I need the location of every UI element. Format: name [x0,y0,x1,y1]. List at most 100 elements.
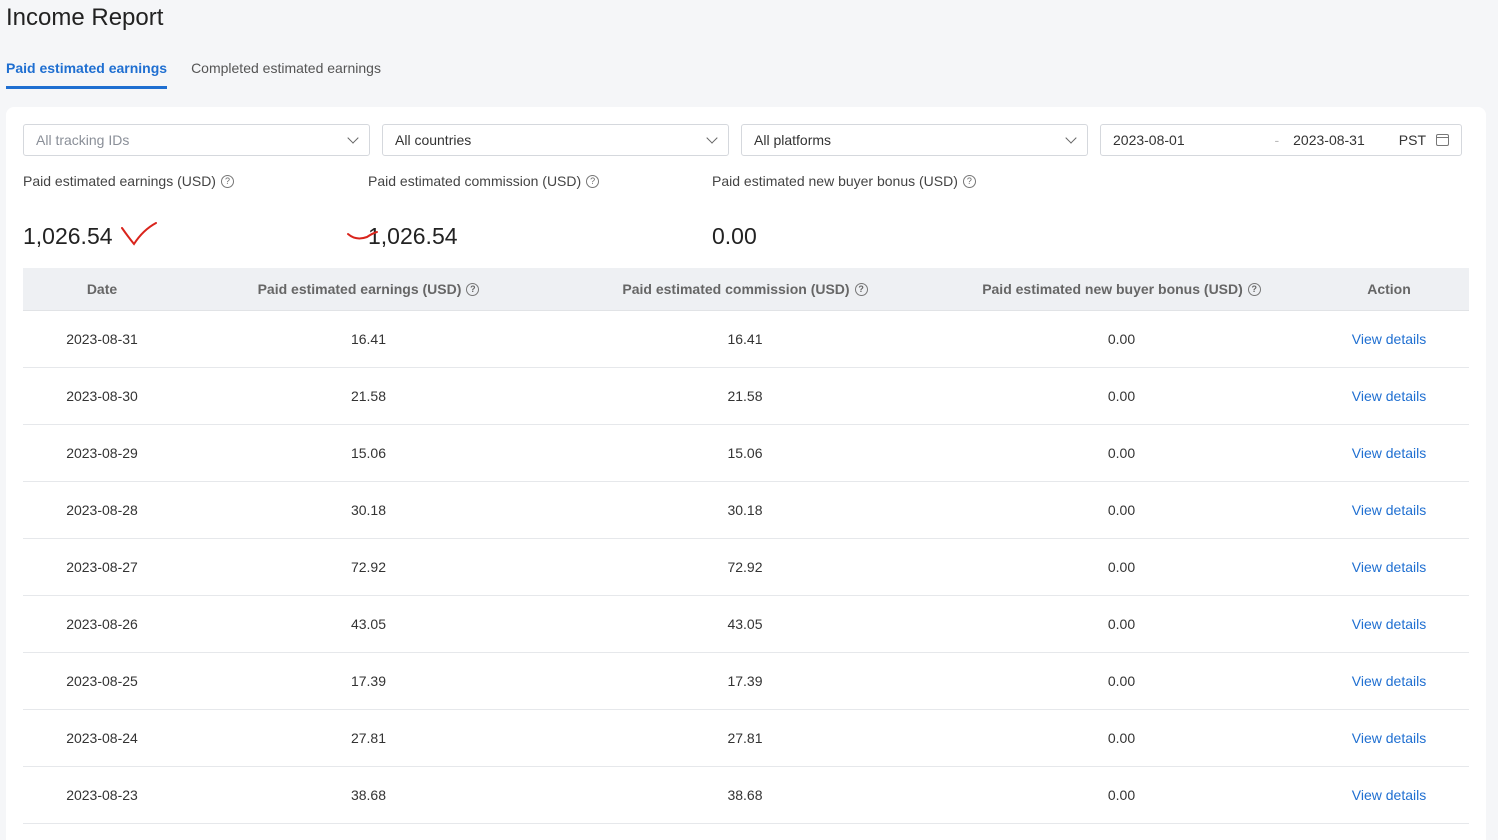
column-header-label: Paid estimated new buyer bonus (USD) [982,281,1243,297]
view-details-link[interactable]: View details [1352,331,1426,347]
cell-earnings: 72.92 [350,559,387,575]
cell-bonus: 0.00 [1107,559,1136,575]
table-row: 2023-08-26 43.05 43.05 0.00 View details [23,596,1469,653]
table-row: 2023-08-23 38.68 38.68 0.00 View details [23,767,1469,824]
cell-commission: 21.58 [727,388,763,404]
column-header-date[interactable]: Date [23,281,181,297]
report-tabs: Paid estimated earnings Completed estima… [6,60,381,89]
date-start-input[interactable]: 2023-08-01 [1113,132,1185,148]
cell-commission: 30.18 [727,502,763,518]
view-details-link[interactable]: View details [1352,616,1426,632]
cell-bonus: 0.00 [1107,502,1136,518]
platform-select[interactable]: All platforms [741,124,1088,156]
column-header-bonus[interactable]: Paid estimated new buyer bonus (USD)? [934,281,1309,297]
tracking-id-select-value: All tracking IDs [36,132,130,148]
cell-commission: 43.05 [727,616,763,632]
column-header-earnings[interactable]: Paid estimated earnings (USD)? [181,281,556,297]
date-separator: - [1274,132,1280,148]
timezone-label: PST [1398,132,1426,148]
cell-commission: 72.92 [727,559,763,575]
table-row: 2023-08-31 16.41 16.41 0.00 View details [23,311,1469,368]
cell-earnings: 43.05 [350,616,387,632]
cell-bonus: 0.00 [1107,331,1136,347]
help-icon[interactable]: ? [466,282,480,296]
cell-date: 2023-08-31 [66,331,138,347]
cell-date: 2023-08-26 [66,616,138,632]
summary-commission-label: Paid estimated commission (USD) [368,173,582,189]
report-card: All tracking IDs All countries All platf… [6,107,1486,840]
cell-date: 2023-08-23 [66,787,138,803]
calendar-icon[interactable] [1436,134,1449,146]
cell-earnings: 16.41 [350,331,387,347]
summary-commission-label-row: Paid estimated commission (USD) ? [368,173,708,189]
column-header-label: Paid estimated commission (USD) [622,281,850,297]
cell-earnings: 38.68 [350,787,387,803]
filter-bar: All tracking IDs All countries All platf… [23,124,1462,156]
country-select[interactable]: All countries [382,124,729,156]
summary-earnings-value: 1,026.54 [23,223,113,249]
table-row: 2023-08-25 17.39 17.39 0.00 View details [23,653,1469,710]
column-header-action: Action [1309,281,1469,297]
table-header: Date Paid estimated earnings (USD)? Paid… [23,268,1469,311]
cell-commission: 27.81 [727,730,763,746]
underline-annotation-icon [347,231,378,240]
chevron-down-icon [706,132,718,144]
summary-bonus-value: 0.00 [712,223,757,249]
view-details-link[interactable]: View details [1352,787,1426,803]
column-header-commission[interactable]: Paid estimated commission (USD)? [556,281,934,297]
cell-earnings: 27.81 [350,730,387,746]
summary-earnings-label: Paid estimated earnings (USD) [23,173,216,189]
help-icon[interactable]: ? [586,174,600,188]
country-select-value: All countries [395,132,472,148]
view-details-link[interactable]: View details [1352,730,1426,746]
cell-date: 2023-08-29 [66,445,138,461]
tracking-id-select[interactable]: All tracking IDs [23,124,370,156]
checkmark-annotation-icon [121,222,157,246]
platform-select-value: All platforms [754,132,832,148]
chevron-down-icon [1065,132,1077,144]
column-header-label: Paid estimated earnings (USD) [257,281,462,297]
column-header-label: Date [86,281,118,297]
cell-earnings: 17.39 [350,673,387,689]
cell-date: 2023-08-25 [66,673,138,689]
chevron-down-icon [347,132,359,144]
table-row: 2023-08-28 30.18 30.18 0.00 View details [23,482,1469,539]
cell-commission: 38.68 [727,787,763,803]
cell-bonus: 0.00 [1107,445,1136,461]
table-row: 2023-08-30 21.58 21.58 0.00 View details [23,368,1469,425]
view-details-link[interactable]: View details [1352,388,1426,404]
summary-bonus-label: Paid estimated new buyer bonus (USD) [712,173,958,189]
summary-earnings-label-row: Paid estimated earnings (USD) ? [23,173,363,189]
view-details-link[interactable]: View details [1352,445,1426,461]
cell-date: 2023-08-27 [66,559,138,575]
cell-commission: 15.06 [727,445,763,461]
summary-bonus: Paid estimated new buyer bonus (USD) ? 0… [712,173,1052,249]
cell-commission: 16.41 [727,331,763,347]
view-details-link[interactable]: View details [1352,673,1426,689]
cell-date: 2023-08-24 [66,730,138,746]
table-row: 2023-08-24 27.81 27.81 0.00 View details [23,710,1469,767]
cell-earnings: 15.06 [350,445,387,461]
tab-paid-estimated-earnings[interactable]: Paid estimated earnings [6,60,168,89]
summary-earnings: Paid estimated earnings (USD) ? 1,026.54 [23,173,363,249]
cell-bonus: 0.00 [1107,616,1136,632]
help-icon[interactable]: ? [854,282,868,296]
cell-date: 2023-08-30 [66,388,138,404]
date-end-input[interactable]: 2023-08-31 [1293,132,1365,148]
help-icon[interactable]: ? [962,174,976,188]
summary-commission: Paid estimated commission (USD) ? 1,026.… [368,173,708,249]
view-details-link[interactable]: View details [1352,559,1426,575]
cell-earnings: 30.18 [350,502,387,518]
earnings-table: Date Paid estimated earnings (USD)? Paid… [23,268,1469,824]
cell-earnings: 21.58 [350,388,387,404]
summary-bonus-label-row: Paid estimated new buyer bonus (USD) ? [712,173,1052,189]
cell-commission: 17.39 [727,673,763,689]
tab-completed-estimated-earnings[interactable]: Completed estimated earnings [191,60,381,89]
help-icon[interactable]: ? [1247,282,1261,296]
table-row: 2023-08-29 15.06 15.06 0.00 View details [23,425,1469,482]
date-range-picker[interactable]: 2023-08-01 - 2023-08-31 PST [1100,124,1462,156]
help-icon[interactable]: ? [220,174,234,188]
cell-date: 2023-08-28 [66,502,138,518]
view-details-link[interactable]: View details [1352,502,1426,518]
cell-bonus: 0.00 [1107,787,1136,803]
